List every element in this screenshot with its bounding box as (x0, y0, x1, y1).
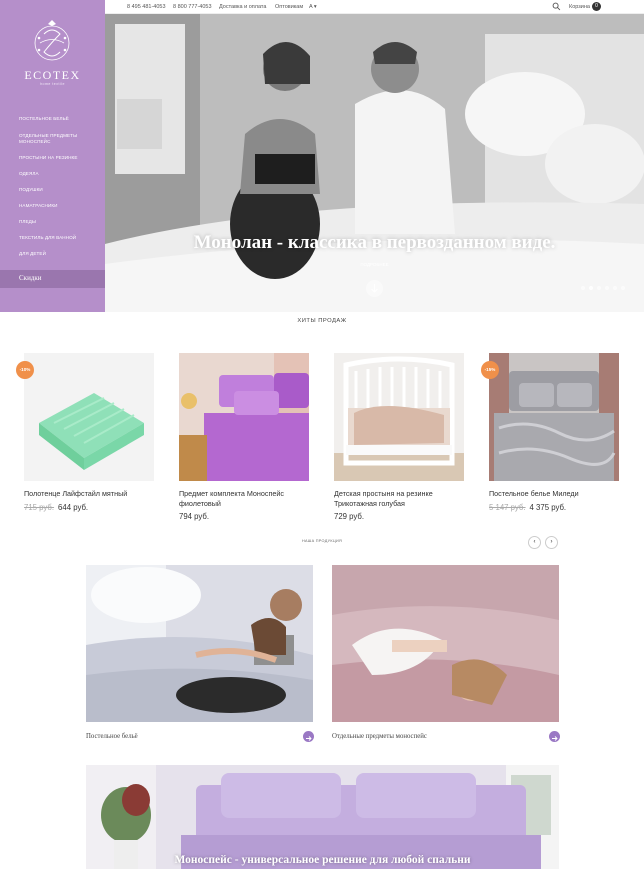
sidebar-item-sale[interactable]: Скидки (0, 270, 105, 288)
arrow-down-icon (371, 284, 378, 293)
hero-arrow-button[interactable] (366, 280, 383, 297)
sidebar-item-bed-linen[interactable]: Постельное бельё (19, 116, 99, 122)
product-name[interactable]: Полотенце Лайфстайл мятный (24, 489, 154, 499)
logo-emblem-icon[interactable] (30, 18, 74, 64)
sidebar-item-fitted-sheets[interactable]: Простыни на резинке (19, 155, 99, 161)
product-price-row: 715 руб. 644 руб. (24, 503, 88, 512)
hero-more-link[interactable]: Подробнее (105, 262, 644, 267)
product-image[interactable] (24, 353, 154, 481)
sidebar-item-monospace[interactable]: Отдельные предметы моноспейс (19, 133, 99, 145)
product-price: 644 руб. (58, 503, 89, 512)
arrow-right-icon (306, 736, 312, 741)
logo-tagline: home textile (40, 82, 65, 86)
product-price: 794 руб. (179, 512, 210, 521)
product-price-row: 794 руб. (179, 512, 209, 521)
product-old-price: 715 руб. (24, 503, 55, 512)
product-image[interactable] (489, 353, 619, 481)
category-go-button[interactable] (303, 731, 314, 742)
phone-1[interactable]: 8 495 481-4053 (127, 4, 166, 10)
slider-dot[interactable] (613, 286, 617, 290)
promo-title: Моноспейс - универсальное решение для лю… (174, 854, 471, 866)
hero-banner[interactable]: Монолан - классика в первозданном виде. … (105, 14, 644, 312)
product-price: 4 375 руб. (529, 503, 567, 512)
cart-count-badge: 0 (592, 2, 601, 11)
cart-link[interactable]: Корзина (569, 4, 590, 10)
sidebar-item-plaids[interactable]: Пледы (19, 219, 99, 225)
product-price-row: 5 147 руб. 4 375 руб. (489, 503, 566, 512)
sidebar: ECOTEX home textile Постельное бельё Отд… (0, 0, 105, 312)
slider-dot[interactable] (589, 286, 593, 290)
language-selector[interactable]: A ▾ (309, 4, 317, 10)
category-image[interactable] (332, 565, 559, 722)
top-bar: 8 495 481-4053 8 800 777-4053 Доставка и… (105, 0, 644, 14)
delivery-link[interactable]: Доставка и оплата (219, 4, 266, 10)
chevron-down-icon: ▾ (313, 4, 317, 10)
hero-slider-dots (581, 286, 631, 291)
arrow-right-icon (552, 736, 558, 741)
sidebar-item-mattress-toppers[interactable]: Наматрасники (19, 203, 99, 209)
sidebar-item-kids[interactable]: Для детей (19, 251, 99, 257)
hero-photo (105, 14, 644, 312)
sidebar-item-pillows[interactable]: Подушки (19, 187, 99, 193)
product-name[interactable]: Предмет комплекта Моноспейс фиолетовый (179, 489, 309, 509)
search-icon[interactable] (552, 2, 561, 11)
product-name[interactable]: Постельное белье Миледи (489, 489, 619, 499)
category-label[interactable]: Отдельные предметы моноспейс (332, 733, 427, 740)
product-price-row: 729 руб. (334, 512, 364, 521)
section-heading-hits: ХИТЫ ПРОДАЖ (297, 318, 347, 324)
carousel-next-button[interactable]: › (545, 536, 558, 549)
category-go-button[interactable] (549, 731, 560, 742)
product-name[interactable]: Детская простыня на резинке Трикотажная … (334, 489, 464, 509)
wholesale-link[interactable]: Оптовикам (275, 4, 303, 10)
language-label: A (309, 4, 313, 10)
product-image[interactable] (179, 353, 309, 481)
discount-badge: -10% (16, 361, 34, 379)
discount-badge: -15% (481, 361, 499, 379)
sidebar-item-blankets[interactable]: Одеяла (19, 171, 99, 177)
product-image[interactable] (334, 353, 464, 481)
slider-dot[interactable] (597, 286, 601, 290)
category-image[interactable] (86, 565, 313, 722)
slider-dot[interactable] (621, 286, 625, 290)
carousel-prev-button[interactable]: ‹ (528, 536, 541, 549)
logo-name[interactable]: ECOTEX (0, 68, 105, 83)
product-old-price: 5 147 руб. (489, 503, 526, 512)
phone-2[interactable]: 8 800 777-4053 (173, 4, 212, 10)
category-label[interactable]: Постельное бельё (86, 733, 138, 740)
promo-banner[interactable]: Моноспейс - универсальное решение для лю… (86, 765, 559, 869)
product-price: 729 руб. (334, 512, 365, 521)
hero-title: Монолан - классика в первозданном виде. (193, 232, 556, 253)
sidebar-item-bath-textile[interactable]: Текстиль для ванной (19, 235, 99, 241)
slider-dot[interactable] (581, 286, 585, 290)
slider-dot[interactable] (605, 286, 609, 290)
